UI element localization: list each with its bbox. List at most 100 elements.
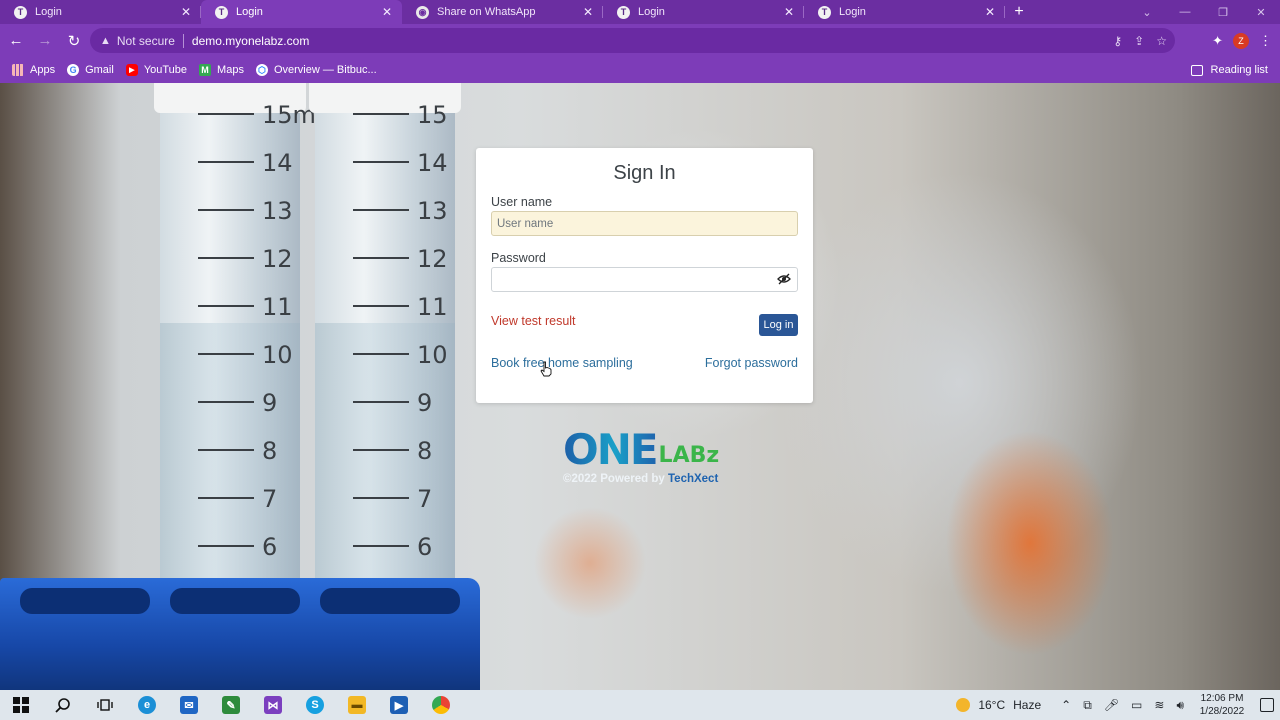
tube-graduation-number: 13 [417, 197, 448, 225]
bookmarks-bar: Apps G Gmail ▶ YouTube M Maps ⬡ Overview… [0, 57, 1280, 83]
tab-login-4[interactable]: T Login ✕ [804, 0, 1005, 24]
close-tab-icon[interactable]: ✕ [581, 5, 595, 19]
mail-icon[interactable]: ✉ [168, 690, 210, 720]
forgot-password-link[interactable]: Forgot password [705, 356, 798, 370]
log-in-button[interactable]: Log in [759, 314, 798, 336]
forward-arrow-icon[interactable]: → [32, 28, 58, 54]
profile-avatar[interactable]: Z [1233, 32, 1249, 49]
share-icon[interactable]: ⇪ [1134, 34, 1144, 48]
tab-title: Login [35, 6, 62, 18]
tab-login-3[interactable]: T Login ✕ [603, 0, 804, 24]
start-button[interactable] [0, 690, 42, 720]
weather-temperature[interactable]: 16°C [978, 698, 1005, 712]
bookmark-maps[interactable]: M Maps [199, 64, 244, 76]
visual-studio-icon[interactable]: ⋈ [252, 690, 294, 720]
powered-company: TechXect [668, 473, 719, 485]
browser-tab-strip: T Login ✕ T Login ✕ ◉ Share on WhatsApp … [0, 0, 1280, 24]
new-tab-button[interactable]: + [1005, 0, 1033, 24]
book-home-sampling-link[interactable]: Book free home sampling [491, 356, 633, 370]
tube-graduation: 8 [353, 437, 432, 497]
tube-graduation-number: 8 [417, 437, 433, 465]
logo-main-text: ONE [563, 425, 659, 474]
password-input[interactable] [491, 267, 798, 292]
username-label: User name [491, 195, 553, 209]
browser-toolbar: ← → ↻ ▲ Not secure demo.myonelabz.com ⚷ … [0, 24, 1280, 57]
close-tab-icon[interactable]: ✕ [983, 5, 997, 19]
bookmark-apps[interactable]: Apps [12, 64, 55, 76]
tab-login-1[interactable]: T Login ✕ [0, 0, 201, 24]
page-viewport: 15m141312111098765 15141312111098765 Sig… [0, 83, 1280, 690]
tab-title: Login [236, 6, 263, 18]
battery-icon[interactable]: ▭ [1131, 698, 1142, 712]
rack-hole [20, 588, 150, 614]
close-window-icon[interactable]: ✕ [1242, 6, 1280, 19]
file-explorer-icon[interactable]: ▬ [336, 690, 378, 720]
security-status[interactable]: Not secure [117, 34, 175, 48]
tab-separator [1004, 6, 1005, 18]
windows-logo-icon [13, 697, 29, 713]
skype-icon[interactable]: S [294, 690, 336, 720]
bitbucket-icon: ⬡ [255, 64, 268, 76]
reload-icon[interactable]: ↻ [61, 28, 87, 54]
media-player-icon[interactable]: ▶ [378, 690, 420, 720]
maximize-icon[interactable]: ❐ [1204, 6, 1242, 19]
weather-description[interactable]: Haze [1013, 698, 1041, 712]
bookmark-bitbucket[interactable]: ⬡ Overview — Bitbuc... [255, 64, 377, 76]
tube-graduation-number: 15 [417, 101, 448, 129]
omnibox-divider [182, 33, 184, 48]
extension-puzzle-icon[interactable]: ✦ [1212, 33, 1223, 49]
close-tab-icon[interactable]: ✕ [380, 5, 394, 19]
task-view-icon[interactable] [84, 690, 126, 720]
powered-prefix: ©2022 Powered by [563, 473, 668, 485]
close-tab-icon[interactable]: ✕ [179, 5, 193, 19]
username-input[interactable]: User name [491, 211, 798, 236]
google-icon: G [67, 64, 80, 76]
apps-grid-icon [12, 64, 24, 76]
tube-graduation-number: 12 [262, 245, 293, 273]
notification-icon[interactable] [1260, 698, 1274, 712]
tray-app-icon[interactable]: ⧉ [1083, 698, 1092, 713]
url-text[interactable]: demo.myonelabz.com [192, 34, 309, 48]
bookmark-label: Maps [217, 64, 244, 76]
bookmark-gmail[interactable]: G Gmail [67, 64, 114, 76]
chevron-up-icon[interactable]: ⌃ [1061, 698, 1071, 712]
tab-share-on-whatsapp[interactable]: ◉ Share on WhatsApp ✕ [402, 0, 603, 24]
bookmark-youtube[interactable]: ▶ YouTube [125, 64, 188, 76]
sign-in-card: Sign In User name User name Password Vie… [476, 148, 813, 403]
microphone-icon[interactable]: 🎤︎ [1104, 698, 1119, 712]
address-bar[interactable]: ▲ Not secure demo.myonelabz.com ⚷ ⇪ ☆ [90, 28, 1175, 53]
tube-graduation-number: 11 [417, 293, 448, 321]
tube-graduation-number: 13 [262, 197, 293, 225]
tube-graduation: 11 [198, 293, 293, 353]
tube-graduation-number: 6 [417, 533, 433, 561]
spreadsheet-app-icon[interactable]: ✎ [210, 690, 252, 720]
back-arrow-icon[interactable]: ← [3, 28, 29, 54]
search-icon[interactable] [42, 690, 84, 720]
view-test-result-link[interactable]: View test result [491, 314, 576, 328]
bookmark-label: YouTube [143, 64, 188, 76]
warning-triangle-icon[interactable]: ▲ [100, 35, 111, 47]
key-icon[interactable]: ⚷ [1113, 34, 1122, 48]
brand-footer: ONE LABz ©2022 Powered by TechXect [563, 423, 733, 486]
tab-login-2-active[interactable]: T Login ✕ [201, 0, 402, 24]
edge-browser-icon[interactable]: e [126, 690, 168, 720]
reading-list-label: Reading list [1210, 64, 1268, 76]
tab-search-icon[interactable]: ⌄ [1128, 6, 1166, 19]
onelabz-logo: ONE LABz [563, 423, 733, 471]
volume-icon[interactable]: 🔊︎ [1176, 698, 1184, 713]
weather-sun-icon[interactable] [956, 698, 971, 712]
tube-graduation-number: 14 [417, 149, 448, 177]
show-password-eye-icon[interactable] [777, 273, 791, 285]
system-clock[interactable]: 12:06 PM 1/28/2022 [1196, 692, 1248, 718]
window-controls: ⌄ — ❐ ✕ [1128, 0, 1280, 24]
close-tab-icon[interactable]: ✕ [782, 5, 796, 19]
bookmark-star-icon[interactable]: ☆ [1156, 34, 1167, 48]
tube-graduation-number: 14 [262, 149, 293, 177]
chrome-icon[interactable] [420, 690, 462, 720]
rack-hole [320, 588, 460, 614]
tube-graduation: 10 [353, 341, 448, 401]
browser-menu-icon[interactable]: ⋮ [1259, 33, 1272, 49]
minimize-icon[interactable]: — [1166, 6, 1204, 18]
reading-list-button[interactable]: Reading list [1190, 57, 1268, 83]
wifi-icon[interactable]: ≋ [1154, 698, 1164, 712]
